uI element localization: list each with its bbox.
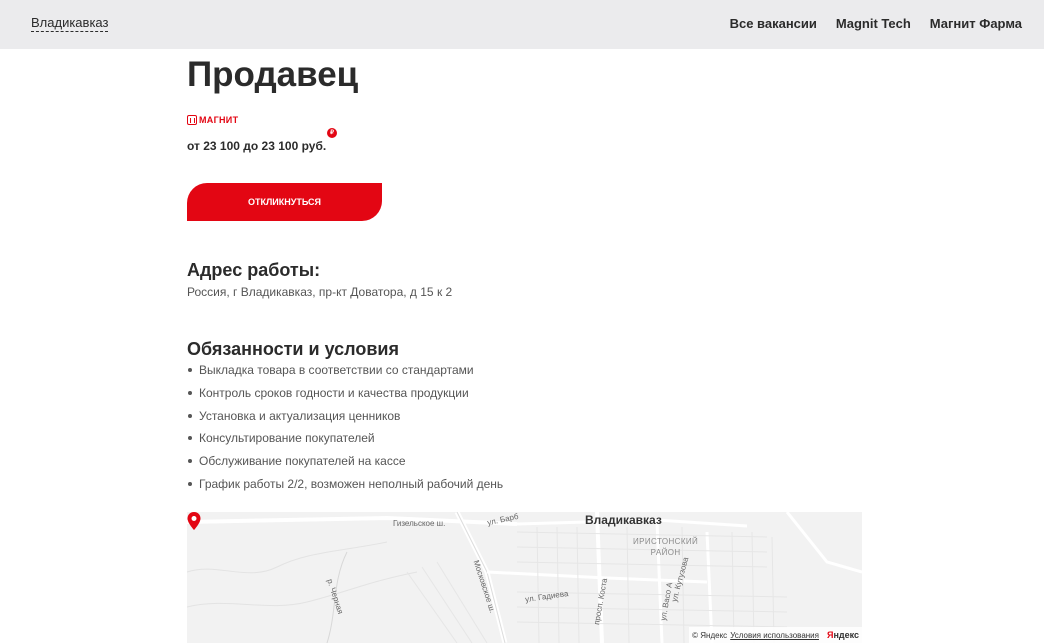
map-streets (187, 512, 862, 643)
work-address: Россия, г Владикавказ, пр-кт Доватора, д… (187, 285, 453, 299)
street-label: Гизельское ш. (393, 519, 446, 528)
main-nav: Все вакансии Magnit Tech Магнит Фарма (730, 16, 1022, 32)
location-pin-icon[interactable] (187, 512, 201, 530)
list-item: Обслуживание покупателей на кассе (187, 452, 503, 475)
list-item: Контроль сроков годности и качества прод… (187, 384, 503, 407)
map-city-label: Владикавказ (585, 513, 662, 527)
list-item: Консультирование покупателей (187, 429, 503, 452)
duties-heading: Обязанности и условия (187, 339, 399, 359)
employer-name: МАГНИТ (199, 115, 239, 125)
nav-magnit-pharma[interactable]: Магнит Фарма (930, 16, 1022, 32)
map-terms-link[interactable]: Условия использования (730, 631, 819, 640)
duties-list: Выкладка товара в соответствии со станда… (187, 361, 503, 498)
map-district-label: ИРИСТОНСКИЙ РАЙОН (633, 537, 699, 557)
location-map[interactable]: Гизельское ш. ул. Барб Московское ш. ул.… (187, 512, 862, 643)
magnit-logo-icon (187, 115, 197, 125)
address-heading: Адрес работы: (187, 260, 321, 280)
list-item: График работы 2/2, возможен неполный раб… (187, 475, 503, 498)
vacancy-title: Продавец (187, 55, 359, 94)
nav-magnit-tech[interactable]: Magnit Tech (836, 16, 911, 32)
salary-range: от 23 100 до 23 100 руб. (187, 139, 327, 153)
city-selector[interactable]: Владикавказ (31, 15, 109, 32)
nav-all-vacancies[interactable]: Все вакансии (730, 16, 817, 32)
apply-button[interactable]: ОТКЛИКНУТЬСЯ (187, 183, 382, 221)
map-attribution: © Яндекс Условия использования Яндекс (689, 627, 862, 643)
list-item: Установка и актуализация ценников (187, 407, 503, 430)
yandex-logo[interactable]: Яндекс (827, 630, 859, 640)
map-copyright: © Яндекс (692, 630, 728, 640)
top-navigation-bar: Владикавказ Все вакансии Magnit Tech Маг… (0, 0, 1044, 49)
list-item: Выкладка товара в соответствии со станда… (187, 361, 503, 384)
ruble-icon: ₽ (327, 128, 337, 138)
employer-brand: МАГНИТ (187, 115, 238, 125)
